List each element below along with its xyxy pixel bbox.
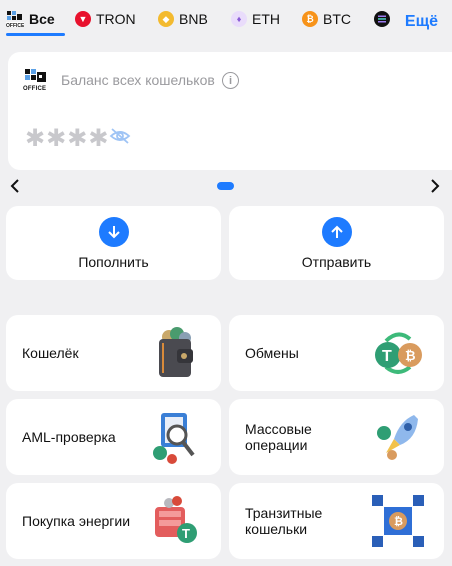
wallet-card[interactable]: Кошелёк xyxy=(6,315,221,391)
exchange-card[interactable]: Обмены T ₿ xyxy=(229,315,444,391)
arrow-up-icon xyxy=(322,217,352,247)
mass-operations-label-line1: Массовые xyxy=(245,421,312,437)
tron-icon: ▼ xyxy=(75,11,91,27)
energy-battery-icon: T xyxy=(155,496,197,543)
carousel-prev-button[interactable] xyxy=(8,178,22,194)
wallet-icon xyxy=(159,327,193,377)
exchange-label: Обмены xyxy=(245,345,299,361)
tab-tron[interactable]: ▼ TRON xyxy=(75,9,136,29)
aml-check-card[interactable]: AML-проверка xyxy=(6,399,221,475)
carousel-next-button[interactable] xyxy=(428,178,442,194)
hidden-balance: ✱✱✱✱ xyxy=(25,125,110,152)
mass-operations-label-line2: операции xyxy=(245,437,308,453)
energy-purchase-card[interactable]: Покупка энергии T xyxy=(6,483,221,559)
rocket-icon xyxy=(377,415,418,460)
exchange-icon: T ₿ xyxy=(375,332,422,374)
tab-all[interactable]: OFFICE Все xyxy=(6,9,55,29)
balance-card: OFFICE Баланс всех кошельков i ✱✱✱✱ xyxy=(8,52,452,170)
tab-bnb-label: BNB xyxy=(179,11,208,27)
carousel-indicator xyxy=(217,182,234,190)
tab-eth-label: ETH xyxy=(252,11,280,27)
transit-wallets-label-line1: Транзитные xyxy=(245,505,323,521)
tab-btc[interactable]: ₿ BTC xyxy=(302,9,351,29)
transit-wallets-label-line2: кошельки xyxy=(245,521,308,537)
tab-btc-label: BTC xyxy=(323,11,351,27)
aml-magnifier-icon xyxy=(153,413,195,464)
active-tab-indicator xyxy=(6,33,65,36)
wallet-label: Кошелёк xyxy=(22,345,79,361)
tab-tron-label: TRON xyxy=(96,11,136,27)
network-tabs: OFFICE Все ▼ TRON ◆ BNB ♦ ETH ₿ BTC Ещё xyxy=(0,0,452,38)
sol-icon xyxy=(374,11,390,27)
energy-purchase-label: Покупка энергии xyxy=(22,513,131,529)
tab-eth[interactable]: ♦ ETH xyxy=(231,9,280,29)
tab-bnb[interactable]: ◆ BNB xyxy=(158,9,208,29)
info-icon[interactable]: i xyxy=(222,72,239,89)
office-logo-text: OFFICE xyxy=(23,86,47,92)
transit-network-icon: ₿ xyxy=(372,495,424,547)
svg-text:T: T xyxy=(382,348,392,365)
transit-wallets-card[interactable]: Транзитные кошельки ₿ xyxy=(229,483,444,559)
bnb-icon: ◆ xyxy=(158,11,174,27)
svg-text:₿: ₿ xyxy=(394,516,403,528)
send-label: Отправить xyxy=(301,254,372,270)
eth-icon: ♦ xyxy=(231,11,247,27)
aml-check-label: AML-проверка xyxy=(22,429,116,445)
mass-operations-card[interactable]: Массовые операции xyxy=(229,399,444,475)
svg-text:T: T xyxy=(182,526,190,541)
arrow-down-icon xyxy=(99,217,129,247)
tab-sol[interactable] xyxy=(374,9,395,29)
eye-hidden-icon[interactable] xyxy=(109,128,131,144)
send-button[interactable]: Отправить xyxy=(229,206,444,280)
deposit-label: Пополнить xyxy=(78,254,149,270)
btc-icon: ₿ xyxy=(302,11,318,27)
tab-all-label: Все xyxy=(29,11,55,27)
more-networks-button[interactable]: Ещё xyxy=(405,13,438,31)
svg-text:₿: ₿ xyxy=(405,348,416,363)
svg-text:OFFICE: OFFICE xyxy=(6,23,24,28)
office-logo-icon: OFFICE xyxy=(6,11,24,28)
deposit-button[interactable]: Пополнить xyxy=(6,206,221,280)
balance-label: Баланс всех кошельков xyxy=(61,72,215,88)
